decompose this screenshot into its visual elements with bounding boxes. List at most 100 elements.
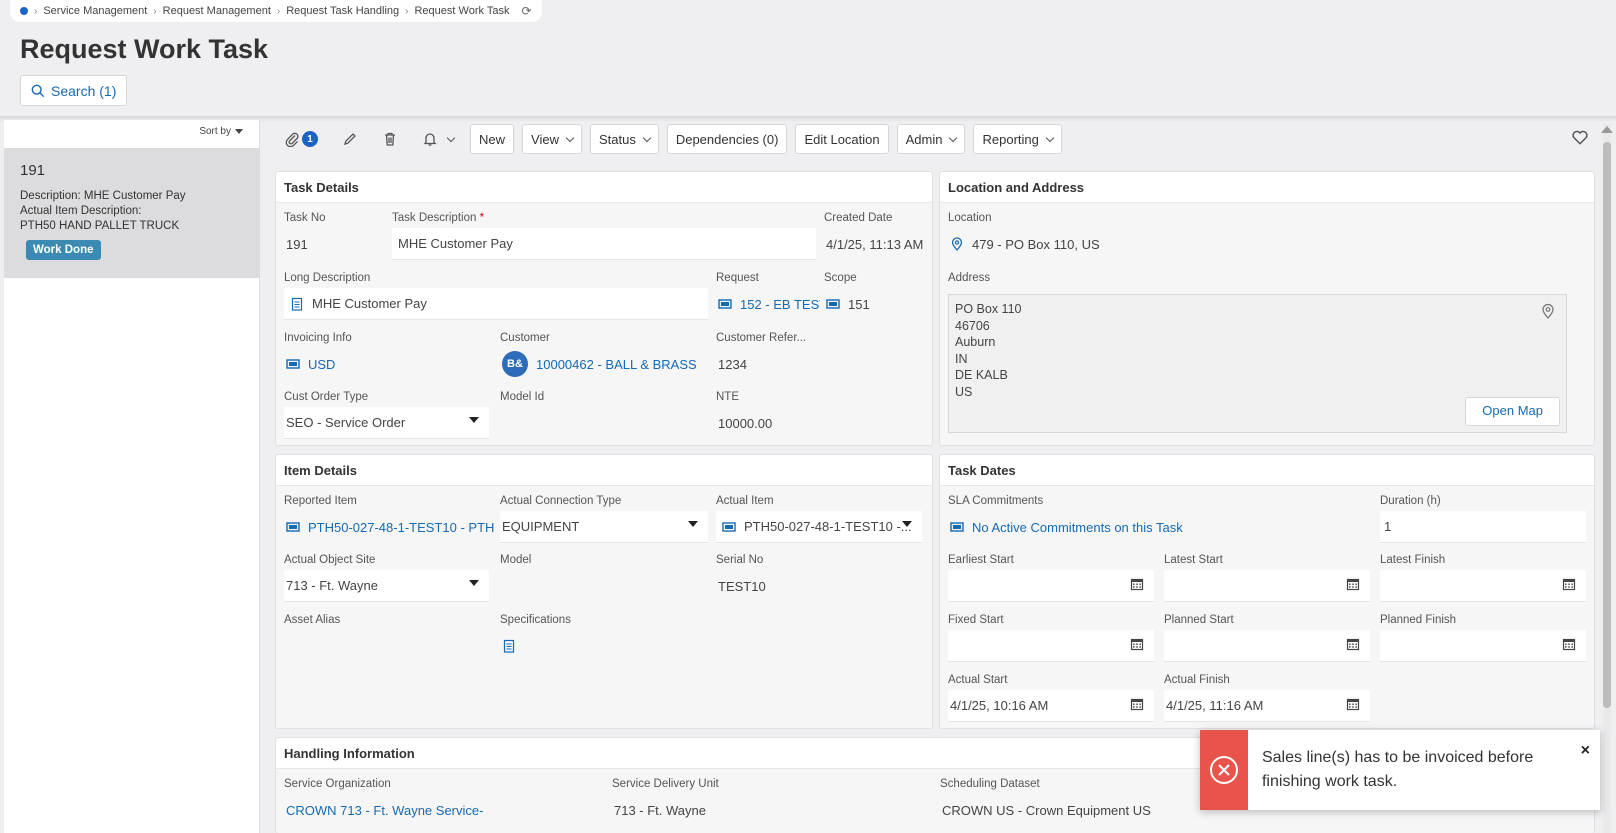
avatar: B&: [502, 351, 528, 377]
location-label: Location: [948, 212, 992, 224]
search-button[interactable]: Search (1): [20, 75, 128, 106]
breadcrumb-item-request-work-task: Request Work Task: [414, 5, 510, 17]
calendar-icon[interactable]: [1562, 637, 1576, 651]
planned-start-input[interactable]: [1164, 630, 1370, 662]
latest-finish-label: Latest Finish: [1380, 554, 1446, 566]
nte-label: NTE: [716, 391, 739, 403]
new-button[interactable]: New: [470, 124, 515, 154]
edit-location-button-label: Edit Location: [804, 131, 880, 147]
list-item[interactable]: 191 Description: MHE Customer Pay Actual…: [4, 148, 260, 278]
edit-location-button[interactable]: Edit Location: [795, 124, 889, 154]
breadcrumb-item-request-management[interactable]: Request Management: [163, 5, 271, 17]
cust-order-type-select[interactable]: SEO - Service Order: [284, 407, 489, 439]
long-description-field: Long Description MHE Customer Pay: [284, 272, 708, 320]
latest-start-input[interactable]: [1164, 570, 1370, 602]
actual-connection-type-select[interactable]: EQUIPMENT: [500, 511, 708, 543]
address-field: Address: [948, 272, 1148, 288]
view-menu-button[interactable]: View: [522, 124, 582, 154]
earliest-start-input[interactable]: [948, 570, 1154, 602]
service-delivery-unit-label: Service Delivery Unit: [612, 778, 719, 790]
planned-finish-field: Planned Finish: [1380, 614, 1586, 662]
customer-value: 10000462 - BALL & BRASS: [536, 356, 697, 372]
request-label: Request: [716, 272, 759, 284]
duration-input[interactable]: 1: [1380, 511, 1586, 543]
admin-menu-button[interactable]: Admin: [896, 124, 966, 154]
sla-commitments-link[interactable]: No Active Commitments on this Task: [948, 511, 1368, 543]
attachments-button[interactable]: 1: [276, 124, 326, 154]
refresh-icon[interactable]: ⟳: [521, 4, 531, 18]
calendar-icon[interactable]: [1130, 697, 1144, 711]
task-description-input[interactable]: MHE Customer Pay: [392, 228, 816, 260]
serial-no-field: Serial No TEST10: [716, 554, 916, 602]
breadcrumb-item-service-management[interactable]: Service Management: [43, 5, 147, 17]
open-map-button[interactable]: Open Map: [1465, 397, 1560, 426]
notifications-button[interactable]: [414, 124, 462, 154]
address-line: Auburn: [955, 335, 996, 349]
invoicing-info-link[interactable]: USD: [284, 348, 484, 380]
calendar-icon[interactable]: [1562, 577, 1576, 591]
status-menu-button[interactable]: Status: [589, 124, 659, 154]
error-toast: Sales line(s) has to be invoiced before …: [1200, 730, 1600, 810]
edit-button[interactable]: [334, 124, 366, 154]
scope-link[interactable]: 151: [824, 288, 928, 320]
chevron-right-icon: ›: [405, 5, 409, 17]
request-link[interactable]: 152 - EB TEST -: [716, 288, 820, 320]
model-label: Model: [500, 554, 532, 566]
vertical-scrollbar[interactable]: [1603, 124, 1611, 833]
calendar-icon[interactable]: [1130, 577, 1144, 591]
service-delivery-unit-field: Service Delivery Unit 713 - Ft. Wayne: [612, 778, 912, 826]
dependencies-button[interactable]: Dependencies (0): [666, 124, 788, 154]
address-label: Address: [948, 272, 991, 284]
admin-button-label: Admin: [905, 131, 943, 147]
asset-alias-field: Asset Alias: [284, 614, 484, 630]
created-date-value: 4/1/25, 11:13 AM: [826, 236, 924, 252]
record-icon: [722, 521, 736, 532]
calendar-icon[interactable]: [1130, 637, 1144, 651]
close-icon[interactable]: ×: [1581, 742, 1590, 760]
actual-start-input[interactable]: 4/1/25, 10:16 AM: [948, 690, 1154, 722]
actual-item-value: PTH50-027-48-1-TEST10 -...: [744, 519, 912, 534]
attachments-count: 1: [302, 131, 318, 147]
latest-start-field: Latest Start: [1164, 554, 1370, 602]
reporting-menu-button[interactable]: Reporting: [973, 124, 1062, 154]
actual-finish-input[interactable]: 4/1/25, 11:16 AM: [1164, 690, 1370, 722]
sort-by-button[interactable]: Sort by: [193, 124, 249, 139]
document-icon: [503, 639, 515, 653]
specifications-button[interactable]: [500, 630, 700, 662]
planned-start-label: Planned Start: [1164, 614, 1234, 626]
favorite-heart-icon[interactable]: [1571, 128, 1589, 146]
actual-item-select[interactable]: PTH50-027-48-1-TEST10 -...: [716, 511, 922, 543]
calendar-icon[interactable]: [1346, 697, 1360, 711]
service-delivery-unit-value: 713 - Ft. Wayne: [614, 802, 706, 818]
long-description-input[interactable]: MHE Customer Pay: [284, 288, 708, 320]
latest-finish-input[interactable]: [1380, 570, 1586, 602]
chevron-down-icon: [642, 133, 652, 142]
calendar-icon[interactable]: [1346, 577, 1360, 591]
model-id-label: Model Id: [500, 391, 545, 403]
customer-link[interactable]: B& 10000462 - BALL & BRASS: [500, 348, 710, 380]
map-pin-icon[interactable]: [1540, 303, 1556, 319]
chevron-right-icon: ›: [153, 5, 157, 17]
planned-finish-input[interactable]: [1380, 630, 1586, 662]
record-icon: [950, 522, 964, 532]
pencil-icon: [344, 133, 356, 145]
actual-object-site-select[interactable]: 713 - Ft. Wayne: [284, 570, 489, 602]
delete-button[interactable]: [374, 124, 406, 154]
planned-finish-label: Planned Finish: [1380, 614, 1457, 626]
scrollbar-thumb[interactable]: [1603, 142, 1611, 708]
breadcrumb-item-request-task-handling[interactable]: Request Task Handling: [286, 5, 399, 17]
task-dates-panel: Task Dates SLA Commitments No Active Com…: [939, 454, 1595, 729]
home-icon[interactable]: [20, 7, 28, 15]
task-description-label-text: Task Description: [392, 212, 477, 224]
required-marker: *: [479, 212, 485, 224]
task-description-field: Task Description * MHE Customer Pay: [392, 212, 816, 260]
request-field: Request 152 - EB TEST -: [716, 272, 820, 320]
reported-item-link[interactable]: PTH50-027-48-1-TEST10 - PTH50 HAN: [284, 511, 494, 543]
chevron-down-icon: [1045, 133, 1055, 142]
scroll-up-arrow-icon[interactable]: [1601, 126, 1613, 133]
fixed-start-input[interactable]: [948, 630, 1154, 662]
calendar-icon[interactable]: [1346, 637, 1360, 651]
created-date-label: Created Date: [824, 212, 893, 224]
customer-reference-field: Customer Refer... 1234: [716, 332, 926, 380]
service-organization-link[interactable]: CROWN 713 - Ft. Wayne Service-: [284, 794, 584, 826]
